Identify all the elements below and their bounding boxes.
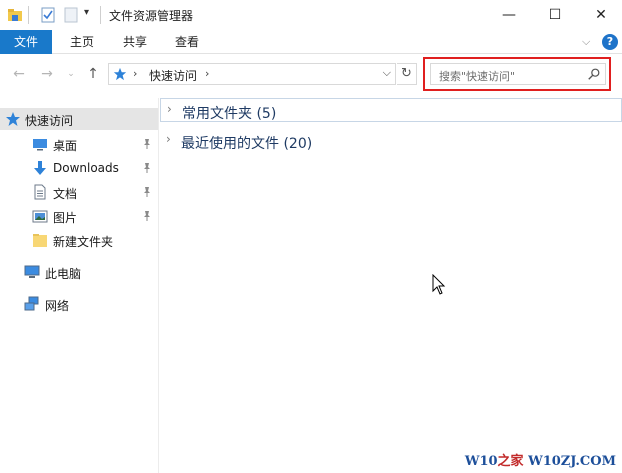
breadcrumb-separator[interactable]: ›: [133, 67, 137, 80]
nav-item-desktop[interactable]: 桌面: [0, 133, 158, 155]
group-label: 常用文件夹 (5): [182, 106, 277, 122]
watermark-middle: 之家: [497, 454, 524, 469]
nav-item-downloads[interactable]: Downloads: [0, 157, 158, 179]
refresh-button[interactable]: ↻: [397, 63, 417, 85]
nav-item-label: 网络: [45, 299, 70, 313]
nav-item-label: 图片: [53, 211, 78, 225]
pin-icon[interactable]: [142, 138, 152, 150]
divider: [100, 6, 101, 24]
mouse-cursor-icon: [432, 274, 446, 295]
pin-icon[interactable]: [142, 210, 152, 222]
group-label: 最近使用的文件 (20): [181, 136, 313, 152]
nav-item-label: 桌面: [53, 139, 78, 153]
expand-ribbon-chevron-icon[interactable]: ⌵: [582, 35, 596, 49]
group-frequent-folders[interactable]: › 常用文件夹 (5): [160, 98, 622, 122]
nav-item-pictures[interactable]: 图片: [0, 205, 158, 227]
title-bar: ▾ 文件资源管理器 — ☐ ✕: [0, 0, 622, 30]
nav-item-label: 文档: [53, 187, 78, 201]
back-button[interactable]: ←: [10, 65, 28, 83]
breadcrumb-separator[interactable]: ›: [205, 67, 209, 80]
address-dropdown-icon[interactable]: ⌵: [383, 66, 391, 80]
navigation-pane: 快速访问 桌面 Downloads 文档 图片 新建文件夹 此电脑 网络: [0, 100, 158, 473]
chevron-right-icon[interactable]: ›: [167, 102, 172, 116]
document-icon: [34, 184, 46, 200]
window-title: 文件资源管理器: [109, 9, 194, 23]
nav-item-label: 此电脑: [45, 267, 82, 281]
divider: [28, 6, 29, 24]
group-recent-files[interactable]: › 最近使用的文件 (20): [160, 129, 622, 153]
pane-splitter[interactable]: [158, 98, 159, 473]
tab-file[interactable]: 文件: [0, 30, 52, 54]
new-folder-quick-icon[interactable]: [63, 7, 79, 23]
ribbon-tabs: 文件 主页 共享 查看 ⌵ ?: [0, 30, 622, 54]
desktop-icon: [33, 139, 47, 151]
watermark-prefix: W10: [464, 454, 498, 469]
breadcrumb-quick-access[interactable]: 快速访问: [149, 67, 197, 84]
help-icon[interactable]: ?: [602, 34, 618, 50]
nav-item-documents[interactable]: 文档: [0, 181, 158, 203]
recent-locations-dropdown-icon[interactable]: ⌄: [62, 65, 80, 83]
pin-icon[interactable]: [142, 162, 152, 174]
folder-icon: [33, 234, 47, 247]
nav-item-new-folder[interactable]: 新建文件夹: [0, 229, 158, 251]
quick-access-star-icon: [113, 67, 127, 81]
picture-icon: [32, 210, 48, 223]
customize-quick-access-dropdown-icon[interactable]: ▾: [84, 7, 89, 18]
tab-view[interactable]: 查看: [165, 30, 209, 54]
up-button[interactable]: ↑: [84, 65, 102, 83]
network-icon: [24, 296, 39, 311]
nav-item-label: Downloads: [53, 161, 119, 175]
minimize-button[interactable]: —: [486, 0, 532, 30]
search-highlight-box: [423, 57, 611, 91]
properties-check-icon[interactable]: [40, 7, 56, 23]
explorer-folder-icon[interactable]: [7, 7, 23, 23]
chevron-right-icon[interactable]: ›: [166, 132, 171, 146]
download-arrow-icon: [34, 161, 46, 175]
content-area: › 常用文件夹 (5) › 最近使用的文件 (20): [160, 98, 622, 473]
navigation-bar: ← → ⌄ ↑ › 快速访问 › ⌵ ↻ 搜索"快速访问": [0, 55, 622, 93]
close-button[interactable]: ✕: [578, 0, 622, 30]
tab-home[interactable]: 主页: [60, 30, 104, 54]
pin-icon[interactable]: [142, 186, 152, 198]
nav-item-this-pc[interactable]: 此电脑: [0, 261, 158, 283]
nav-item-quick-access[interactable]: 快速访问: [0, 108, 158, 130]
nav-item-label: 新建文件夹: [53, 235, 114, 249]
tab-share[interactable]: 共享: [113, 30, 157, 54]
nav-item-label: 快速访问: [25, 114, 74, 128]
forward-button[interactable]: →: [38, 65, 56, 83]
maximize-button[interactable]: ☐: [532, 0, 578, 30]
site-watermark: W10之家 W10ZJ.COM: [465, 450, 616, 469]
watermark-suffix: W10ZJ.COM: [523, 454, 616, 469]
star-icon: [6, 112, 20, 126]
computer-icon: [24, 265, 40, 278]
nav-item-network[interactable]: 网络: [0, 293, 158, 315]
address-bar[interactable]: › 快速访问 › ⌵: [108, 63, 396, 85]
